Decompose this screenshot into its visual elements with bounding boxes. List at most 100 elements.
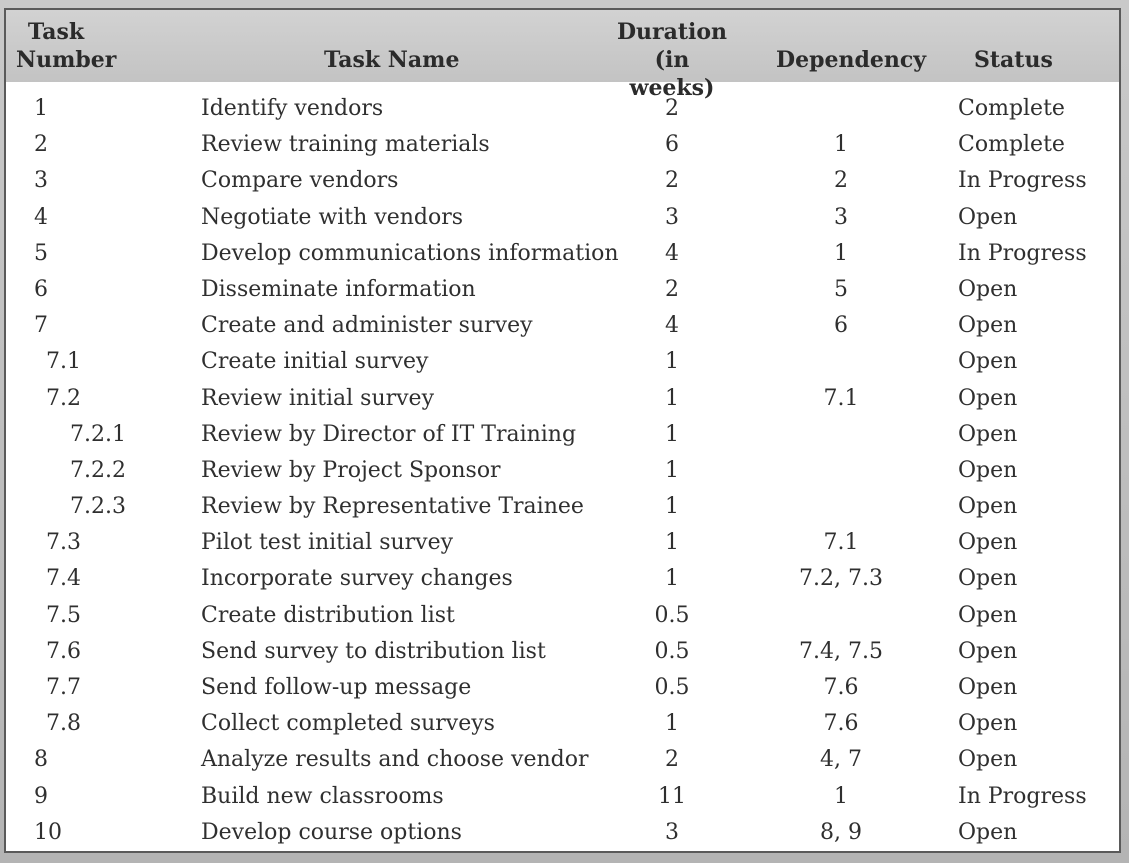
duration-cell: 0.5 [654,638,690,664]
status-cell: Open [958,313,1018,339]
dependency-cell: 7.2, 7.3 [799,566,883,592]
status-cell: Open [958,602,1018,628]
task-number-cell: 5 [34,240,48,266]
duration-cell: 3 [665,204,679,230]
table-row: 1 Identify vendors 2 Complete [6,94,1119,130]
status-cell: Open [958,530,1018,556]
task-name-cell: Build new classrooms [201,783,444,809]
table-row: 3 Compare vendors 2 2 In Progress [6,166,1119,202]
header-task-name: Task Name [324,47,460,73]
page: Task Number Task Name Duration (in weeks… [0,0,1129,863]
task-table: Task Number Task Name Duration (in weeks… [4,8,1121,853]
duration-cell: 0.5 [654,602,690,628]
task-number-cell: 9 [34,783,48,809]
table-row: 7.7 Send follow-up message 0.5 7.6 Open [6,673,1119,709]
header-status: Status [974,47,1053,73]
task-name-cell: Create distribution list [201,602,455,628]
table-row: 7.1 Create initial survey 1 Open [6,347,1119,383]
table-body: 1 Identify vendors 2 Complete 2 Review traini… [6,94,1119,851]
task-name-cell: Review by Representative Trainee [201,494,584,520]
duration-cell: 1 [665,711,679,737]
dependency-cell: 4, 7 [820,747,862,773]
duration-cell: 1 [665,530,679,556]
table-row: 7.3 Pilot test initial survey 1 7.1 Open [6,528,1119,564]
task-number-cell: 7 [34,313,48,339]
task-number-cell: 7.3 [46,530,81,556]
dependency-cell: 6 [834,313,848,339]
task-number-cell: 2 [34,132,48,158]
status-cell: Open [958,204,1018,230]
task-name-cell: Disseminate information [201,276,476,302]
status-cell: In Progress [958,240,1087,266]
task-name-cell: Send follow-up message [201,675,472,700]
task-name-cell: Review initial survey [201,385,435,411]
status-cell: Open [958,711,1018,737]
task-name-cell: Send survey to distribution list [201,638,546,664]
table-row: 7.2.2 Review by Project Sponsor 1 Open [6,456,1119,492]
table-row: 9 Build new classrooms 11 1 In Progress [6,782,1119,818]
duration-cell: 0.5 [654,675,690,700]
table-row: 7.5 Create distribution list 0.5 Open [6,601,1119,637]
dependency-cell: 7.1 [823,530,859,556]
task-name-cell: Compare vendors [201,168,399,194]
duration-cell: 1 [665,494,679,520]
table-header: Task Number Task Name Duration (in weeks… [6,10,1119,101]
task-number-cell: 4 [34,204,48,230]
duration-cell: 3 [665,819,679,845]
table-row: 7 Create and administer survey 4 6 Open [6,311,1119,347]
duration-cell: 2 [665,276,679,302]
table-row: 7.2.1 Review by Director of IT Training 1 O… [6,420,1119,456]
duration-cell: 1 [665,421,679,447]
task-name-cell: Analyze results and choose vendor [201,747,589,773]
task-name-cell: Identify vendors [201,96,384,121]
task-number-cell: 7.8 [46,711,81,737]
table-row: 7.4 Incorporate survey changes 1 7.2, 7.3 Op… [6,564,1119,600]
status-cell: Open [958,349,1018,375]
status-cell: Open [958,566,1018,592]
table-row: 7.6 Send survey to distribution list 0.5 7.… [6,637,1119,673]
task-number-cell: 3 [34,168,48,194]
task-number-cell: 6 [34,276,48,302]
status-cell: Open [958,638,1018,664]
dependency-cell: 2 [834,168,848,194]
task-name-cell: Develop course options [201,819,462,845]
dependency-cell: 3 [834,204,848,230]
dependency-cell: 8, 9 [820,819,862,845]
task-number-cell: 7.1 [46,349,81,375]
duration-cell: 2 [665,96,679,121]
task-number-cell: 10 [34,819,62,845]
header-dependency: Dependency [776,47,927,73]
task-number-cell: 7.7 [46,675,81,700]
task-number-cell: 7.2.1 [70,421,126,447]
task-name-cell: Review by Director of IT Training [201,421,577,447]
status-cell: Open [958,457,1018,483]
status-cell: Open [958,747,1018,773]
task-name-cell: Develop communications information [201,240,619,266]
status-cell: Open [958,675,1018,700]
duration-cell: 1 [665,385,679,411]
dependency-cell: 7.6 [823,675,859,700]
task-number-cell: 7.4 [46,566,81,592]
task-number-cell: 7.6 [46,638,81,664]
duration-cell: 4 [665,313,679,339]
duration-cell: 6 [665,132,679,158]
table-row: 7.2.3 Review by Representative Trainee 1 Op… [6,492,1119,528]
task-number-cell: 7.2.2 [70,457,126,483]
status-cell: Open [958,421,1018,447]
duration-cell: 2 [665,747,679,773]
status-cell: Complete [958,96,1065,121]
task-name-cell: Negotiate with vendors [201,204,464,230]
duration-cell: 11 [658,783,686,809]
task-name-cell: Review by Project Sponsor [201,457,501,483]
table-row: 4 Negotiate with vendors 3 3 Open [6,203,1119,239]
task-name-cell: Collect completed surveys [201,711,495,737]
task-number-cell: 1 [34,96,48,121]
duration-cell: 4 [665,240,679,266]
table-row: 7.8 Collect completed surveys 1 7.6 Open [6,709,1119,745]
dependency-cell: 7.6 [823,711,859,737]
duration-cell: 2 [665,168,679,194]
task-name-cell: Review training materials [201,132,490,158]
task-name-cell: Create and administer survey [201,313,533,339]
table-row: 10 Develop course options 3 8, 9 Open [6,818,1119,851]
task-number-cell: 7.5 [46,602,81,628]
